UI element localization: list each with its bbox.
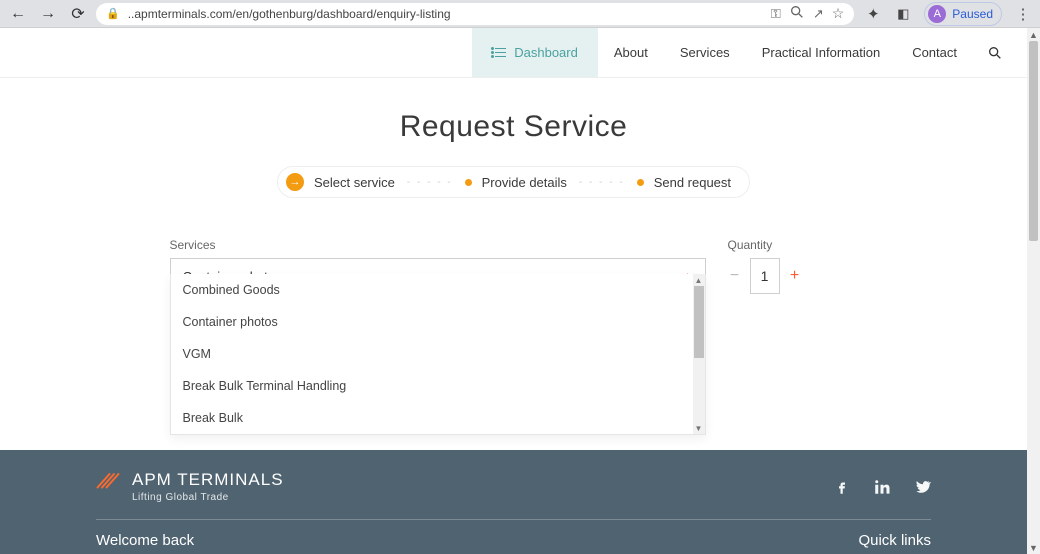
address-bar[interactable]: 🔒 ..apmterminals.com/en/gothenburg/dashb… (96, 3, 854, 25)
social-links (833, 478, 931, 496)
nav-practical[interactable]: Practical Information (746, 28, 897, 77)
progress-stepper: → Select service - - - - - Provide detai… (277, 166, 750, 198)
brand-logo-icon (96, 470, 126, 490)
services-label: Services (170, 238, 706, 252)
footer-brand: APM TERMINALS Lifting Global Trade (96, 470, 284, 503)
site-nav: Dashboard About Services Practical Infor… (0, 28, 1027, 78)
quantity-input[interactable] (750, 258, 780, 294)
step-divider: - - - - - (579, 177, 625, 188)
service-option[interactable]: Combined Goods (171, 274, 693, 306)
page-title: Request Service (0, 110, 1027, 144)
scroll-thumb[interactable] (1029, 41, 1038, 241)
page-content: Dashboard About Services Practical Infor… (0, 28, 1027, 554)
step-2-label: Provide details (482, 175, 567, 190)
back-button[interactable]: ← (10, 6, 26, 22)
footer-quick-links[interactable]: Quick links (858, 532, 931, 549)
list-icon (492, 48, 506, 58)
step-send-request: Send request (637, 175, 731, 190)
service-option[interactable]: VGM (171, 338, 693, 370)
lock-icon: 🔒 (106, 7, 120, 20)
nav-contact[interactable]: Contact (896, 28, 973, 77)
quantity-increment[interactable]: + (788, 267, 802, 285)
bookmark-icon[interactable]: ☆ (832, 5, 845, 22)
step-dot (465, 179, 472, 186)
dropdown-scrollbar[interactable]: ▲ ▼ (693, 274, 705, 434)
linkedin-icon[interactable] (873, 478, 891, 496)
brand-name: APM TERMINALS (132, 470, 284, 490)
avatar: A (928, 5, 946, 23)
panel-icon[interactable]: ◧ (894, 5, 912, 23)
scroll-down-arrow[interactable]: ▼ (1029, 541, 1038, 554)
quantity-label: Quantity (728, 238, 858, 252)
zoom-icon[interactable] (789, 4, 805, 23)
service-option[interactable]: Container photos (171, 306, 693, 338)
scroll-up-arrow[interactable]: ▲ (693, 274, 705, 286)
forward-button[interactable]: → (40, 6, 56, 22)
nav-buttons: ← → ⟳ (6, 6, 86, 22)
scroll-up-arrow[interactable]: ▲ (1029, 28, 1038, 41)
nav-dashboard[interactable]: Dashboard (472, 28, 598, 77)
site-footer: APM TERMINALS Lifting Global Trade (0, 450, 1027, 554)
step-dot (637, 179, 644, 186)
nav-search-icon[interactable] (973, 28, 1003, 77)
nav-dashboard-label: Dashboard (514, 45, 578, 60)
step-divider: - - - - - (407, 177, 453, 188)
more-icon[interactable]: ⋮ (1014, 5, 1032, 23)
share-icon[interactable]: ↗ (813, 6, 824, 22)
footer-welcome: Welcome back (96, 532, 194, 549)
profile-chip[interactable]: A Paused (924, 2, 1002, 26)
step-active-dot: → (286, 173, 304, 191)
browser-toolbar: ← → ⟳ 🔒 ..apmterminals.com/en/gothenburg… (0, 0, 1040, 28)
reload-button[interactable]: ⟳ (70, 6, 86, 22)
key-icon[interactable]: ⚿ (771, 6, 781, 22)
step-3-label: Send request (654, 175, 731, 190)
brand-tagline: Lifting Global Trade (132, 492, 284, 503)
services-dropdown: Combined Goods Container photos VGM Brea… (170, 274, 706, 435)
chrome-right-icons: ✦ ◧ A Paused ⋮ (864, 2, 1034, 26)
service-option[interactable]: Break Bulk Terminal Handling (171, 370, 693, 402)
scroll-down-arrow[interactable]: ▼ (693, 422, 705, 434)
step-select-service: → Select service (286, 173, 395, 191)
url-text: ..apmterminals.com/en/gothenburg/dashboa… (128, 7, 763, 21)
quantity-decrement[interactable]: − (728, 267, 742, 285)
service-option[interactable]: Break Bulk (171, 402, 693, 434)
scroll-thumb[interactable] (694, 286, 704, 358)
nav-about[interactable]: About (598, 28, 664, 77)
twitter-icon[interactable] (913, 478, 931, 496)
facebook-icon[interactable] (833, 478, 851, 496)
nav-services[interactable]: Services (664, 28, 746, 77)
extensions-icon[interactable]: ✦ (864, 5, 882, 23)
step-1-label: Select service (314, 175, 395, 190)
profile-status: Paused (952, 7, 993, 21)
step-provide-details: Provide details (465, 175, 567, 190)
page-scrollbar[interactable]: ▲ ▼ (1027, 28, 1040, 554)
